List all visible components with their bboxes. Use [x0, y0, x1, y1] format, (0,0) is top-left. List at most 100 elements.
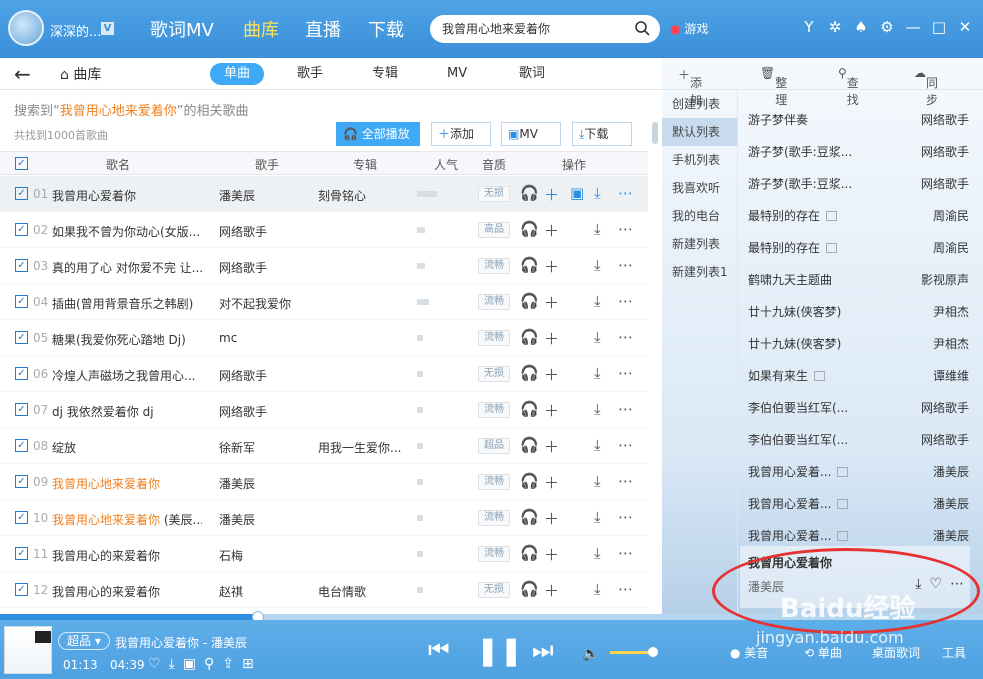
song-title[interactable]: 我曾用心地来爱着你 (美辰...: [52, 511, 202, 528]
playlist-item[interactable]: 创建列表: [662, 90, 737, 118]
volume-icon[interactable]: 🔈: [582, 646, 599, 662]
table-row[interactable]: ✓ 11 我曾用心的来爱着你 石梅 流畅 🎧 ＋ ⤓ ⋯: [0, 536, 648, 572]
playlist-song-row[interactable]: 游子梦(歌手:豆浆... 网络歌手: [739, 166, 976, 198]
listen-icon[interactable]: 🎧: [520, 364, 539, 382]
table-row[interactable]: ✓ 02 如果我不曾为你动心(女版... 网络歌手 高品 🎧 ＋ ⤓ ⋯: [0, 212, 648, 248]
playlist-song-row[interactable]: 李伯伯要当红军(... 网络歌手: [739, 390, 976, 422]
maximize-icon[interactable]: □: [931, 18, 947, 36]
more-icon[interactable]: ⋯: [618, 328, 633, 346]
shirt-icon[interactable]: ♠: [853, 18, 869, 36]
tab-lyrics[interactable]: 歌词: [519, 63, 545, 85]
download-icon[interactable]: ⤓: [594, 292, 601, 310]
song-title[interactable]: dj 我依然爱着你 dj: [52, 403, 202, 420]
download-icon[interactable]: ⤓: [594, 472, 601, 490]
song-title[interactable]: 我曾用心的来爱着你: [52, 583, 202, 600]
download-icon[interactable]: ⤓: [169, 656, 175, 672]
download-icon[interactable]: ⤓: [594, 328, 601, 346]
nav-lyrics-mv[interactable]: 歌词MV: [150, 16, 214, 42]
playlist-item[interactable]: 我的电台: [662, 202, 737, 230]
more-icon[interactable]: ⊞: [242, 656, 254, 672]
playlist-song-row[interactable]: 廿十九妹(侠客梦) 尹相杰: [739, 294, 976, 326]
volume-knob[interactable]: [648, 647, 658, 657]
listen-icon[interactable]: 🎧: [520, 328, 539, 346]
add-icon[interactable]: ＋: [544, 580, 559, 601]
row-checkbox[interactable]: ✓: [15, 583, 28, 596]
song-artist[interactable]: 网络歌手: [219, 367, 267, 384]
next-icon[interactable]: ⏭: [532, 636, 554, 664]
more-icon[interactable]: ⋯: [618, 580, 633, 598]
mv-icon[interactable]: [826, 243, 838, 253]
row-checkbox[interactable]: ✓: [15, 547, 28, 560]
mv-icon[interactable]: [814, 371, 826, 381]
username[interactable]: 深深的...: [50, 21, 101, 40]
more-icon[interactable]: ⋯: [618, 544, 633, 562]
download-icon[interactable]: ⤓: [594, 508, 601, 526]
song-title[interactable]: 我曾用心地来爱着你: [52, 475, 202, 492]
share-icon[interactable]: ⇪: [222, 656, 234, 672]
add-icon[interactable]: ＋: [544, 508, 559, 529]
table-row[interactable]: ✓ 07 dj 我依然爱着你 dj 网络歌手 流畅 🎧 ＋ ⤓ ⋯: [0, 392, 648, 428]
more-icon[interactable]: ⋯: [618, 184, 633, 202]
nav-download[interactable]: 下载: [368, 16, 404, 42]
playlist-song-row[interactable]: 如果有来生 谭维维: [739, 358, 976, 390]
song-album[interactable]: 用我一生爱你...: [318, 439, 401, 456]
listen-icon[interactable]: 🎧: [520, 472, 539, 490]
mv-icon[interactable]: ▣: [183, 656, 196, 672]
header-title[interactable]: 歌名: [106, 156, 130, 173]
more-icon[interactable]: ⋯: [618, 292, 633, 310]
header-popularity[interactable]: 人气: [434, 156, 458, 173]
song-title[interactable]: 我曾用心爱着你: [52, 187, 202, 204]
table-row[interactable]: ✓ 04 插曲(曾用背景音乐之韩剧) 对不起我爱你 流畅 🎧 ＋ ⤓ ⋯: [0, 284, 648, 320]
song-album[interactable]: 刻骨铭心: [318, 187, 366, 204]
song-artist[interactable]: mc: [219, 331, 237, 345]
song-album[interactable]: 电台情歌: [318, 583, 366, 600]
add-icon[interactable]: ＋: [544, 400, 559, 421]
song-title[interactable]: 如果我不曾为你动心(女版...: [52, 223, 202, 240]
tab-single[interactable]: 单曲: [210, 63, 264, 85]
playlist-song-row[interactable]: 李伯伯要当红军(... 网络歌手: [739, 422, 976, 454]
album-cover[interactable]: [4, 626, 52, 674]
gear-icon[interactable]: ⚙: [879, 18, 895, 36]
mv-icon[interactable]: [837, 531, 849, 541]
listen-icon[interactable]: 🎧: [520, 184, 539, 202]
more-icon[interactable]: ⋯: [618, 256, 633, 274]
song-artist[interactable]: 潘美辰: [219, 511, 255, 528]
playlist-item[interactable]: 我喜欢听: [662, 174, 737, 202]
add-icon[interactable]: ＋: [544, 544, 559, 565]
download-icon[interactable]: ⤓: [594, 400, 601, 418]
listen-icon[interactable]: 🎧: [520, 220, 539, 238]
header-quality[interactable]: 音质: [482, 156, 506, 173]
heart-icon[interactable]: ♡: [148, 656, 161, 672]
row-checkbox[interactable]: ✓: [15, 511, 28, 524]
row-checkbox[interactable]: ✓: [15, 223, 28, 236]
back-arrow-icon[interactable]: ←: [14, 62, 31, 86]
breadcrumb-home[interactable]: ⌂ 曲库: [60, 64, 101, 84]
mic-icon[interactable]: ⚲: [204, 656, 214, 672]
add-icon[interactable]: ＋: [544, 328, 559, 349]
more-icon[interactable]: ⋯: [618, 220, 633, 238]
listen-icon[interactable]: 🎧: [520, 544, 539, 562]
download-icon[interactable]: ⤓: [594, 580, 601, 598]
add-icon[interactable]: ＋: [544, 364, 559, 385]
play-all-button[interactable]: 🎧 全部播放: [336, 122, 420, 146]
search-input[interactable]: 我曾用心地来爱着你: [430, 15, 660, 43]
song-title[interactable]: 糖果(我爱你死心踏地 Dj): [52, 331, 202, 348]
playlist-item[interactable]: 手机列表: [662, 146, 737, 174]
song-title[interactable]: 我曾用心的来爱着你: [52, 547, 202, 564]
listen-icon[interactable]: 🎧: [520, 292, 539, 310]
table-row[interactable]: ✓ 06 冷煌人声磁场之我曾用心... 网络歌手 无损 🎧 ＋ ⤓ ⋯: [0, 356, 648, 392]
row-checkbox[interactable]: ✓: [15, 187, 28, 200]
add-icon[interactable]: ＋: [544, 292, 559, 313]
add-icon[interactable]: ＋: [544, 472, 559, 493]
toolbar-sync[interactable]: ☁ 同步: [914, 66, 938, 107]
download-icon[interactable]: ⤓: [594, 364, 601, 382]
more-icon[interactable]: ⋯: [618, 472, 633, 490]
song-artist[interactable]: 网络歌手: [219, 403, 267, 420]
listen-icon[interactable]: 🎧: [520, 508, 539, 526]
more-icon[interactable]: ⋯: [618, 436, 633, 454]
mv-icon[interactable]: [837, 499, 849, 509]
playlist-song-row[interactable]: 游子梦伴奏 网络歌手: [739, 102, 976, 134]
game-link[interactable]: ● 游戏: [670, 20, 708, 37]
table-row[interactable]: ✓ 01 我曾用心爱着你 潘美辰 刻骨铭心 无损 🎧 ＋ ▣ ⤓ ⋯: [0, 176, 648, 212]
table-row[interactable]: ✓ 08 绽放 徐新军 用我一生爱你... 超品 🎧 ＋ ⤓ ⋯: [0, 428, 648, 464]
